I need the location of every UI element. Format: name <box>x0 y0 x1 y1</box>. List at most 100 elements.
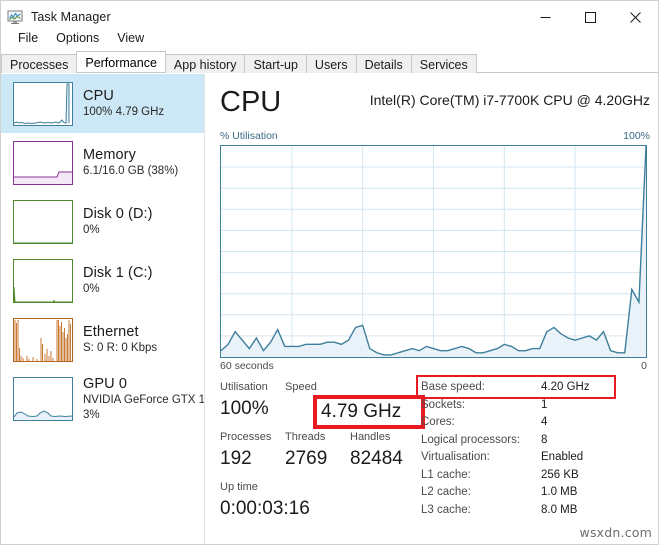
stat-speed-label: Speed <box>285 381 317 393</box>
sidebar-item-gpu0[interactable]: GPU 0 NVIDIA GeForce GTX 1050 3% <box>1 369 204 428</box>
stat-utilisation-value: 100% <box>220 398 269 419</box>
stat-uptime: Up time 0:00:03:16 <box>220 479 350 522</box>
ethernet-thumbnail-icon <box>13 317 73 362</box>
sidebar-item-disk1-title: Disk 1 (C:) <box>83 265 153 281</box>
stat-handles: Handles 82484 <box>350 429 415 472</box>
detail-row-virtualisation: Virtualisation: Enabled <box>421 449 653 467</box>
stat-processes-label: Processes <box>220 431 272 443</box>
tab-strip: Processes Performance App history Start-… <box>1 49 658 73</box>
tab-app-history[interactable]: App history <box>164 54 246 73</box>
sidebar-item-disk0[interactable]: Disk 0 (D:) 0% <box>1 192 204 251</box>
sidebar-item-cpu-labels: CPU 100% 4.79 GHz <box>83 87 204 120</box>
sidebar-item-disk0-sub: 0% <box>83 224 100 236</box>
detail-label-base-speed: Base speed: <box>421 381 485 393</box>
stat-processes: Processes 192 <box>220 429 285 472</box>
stats-row-2: Processes 192 Threads 2769 Handles 82484 <box>220 429 430 472</box>
sidebar-item-ethernet-sub: S: 0 R: 0 Kbps <box>83 342 158 354</box>
sidebar-item-disk0-labels: Disk 0 (D:) 0% <box>83 205 204 238</box>
detail-value-l1-cache: 256 KB <box>541 468 579 481</box>
stat-speed-value: 4.79 GHz <box>321 401 402 422</box>
resource-sidebar[interactable]: CPU 100% 4.79 GHz Memory 6.1/16.0 GB (38… <box>1 74 205 544</box>
cpu-model-name: Intel(R) Core(TM) i7-7700K CPU @ 4.20GHz <box>369 92 650 108</box>
detail-label-cores: Cores: <box>421 416 455 428</box>
sidebar-item-cpu-title: CPU <box>83 88 114 104</box>
sidebar-item-memory[interactable]: Memory 6.1/16.0 GB (38%) <box>1 133 204 192</box>
disk0-thumbnail-icon <box>13 199 73 244</box>
sidebar-item-ethernet[interactable]: Ethernet S: 0 R: 0 Kbps <box>1 310 204 369</box>
tab-performance[interactable]: Performance <box>76 51 166 72</box>
graph-time-right: 0 <box>641 360 647 372</box>
detail-value-sockets: 1 <box>541 398 548 411</box>
sidebar-item-gpu0-labels: GPU 0 NVIDIA GeForce GTX 1050 3% <box>83 375 204 423</box>
performance-detail-pane: CPU Intel(R) Core(TM) i7-7700K CPU @ 4.2… <box>206 74 658 544</box>
stat-utilisation-label: Utilisation <box>220 381 268 393</box>
cpu-stats: Utilisation 100% Speed 4.79 GHz Processe… <box>220 379 430 522</box>
detail-row-l1-cache: L1 cache: 256 KB <box>421 467 653 485</box>
stats-row-3: Up time 0:00:03:16 <box>220 479 430 522</box>
menu-item-options[interactable]: Options <box>47 29 108 47</box>
graph-axis-label: % Utilisation <box>220 130 278 142</box>
stat-uptime-label: Up time <box>220 481 258 493</box>
tab-details[interactable]: Details <box>355 54 412 73</box>
detail-row-sockets: Sockets: 1 <box>421 397 653 415</box>
detail-row-l3-cache: L3 cache: 8.0 MB <box>421 502 653 520</box>
task-manager-icon <box>7 9 23 25</box>
detail-row-l2-cache: L2 cache: 1.0 MB <box>421 484 653 502</box>
menu-item-view[interactable]: View <box>108 29 153 47</box>
stat-handles-label: Handles <box>350 431 391 443</box>
sidebar-item-gpu0-sub2: 3% <box>83 408 100 421</box>
sidebar-item-memory-title: Memory <box>83 147 136 163</box>
detail-value-cores: 4 <box>541 416 548 428</box>
tab-start-up[interactable]: Start-up <box>244 54 307 73</box>
sidebar-item-disk1-labels: Disk 1 (C:) 0% <box>83 264 204 297</box>
content-area: CPU 100% 4.79 GHz Memory 6.1/16.0 GB (38… <box>1 74 658 544</box>
detail-row-base-speed: Base speed: 4.20 GHz <box>421 379 653 397</box>
cpu-thumbnail-icon <box>13 81 73 126</box>
graph-time-left: 60 seconds <box>220 360 274 372</box>
detail-value-logical-processors: 8 <box>541 433 548 446</box>
sidebar-item-cpu[interactable]: CPU 100% 4.79 GHz <box>1 74 204 133</box>
stat-uptime-value: 0:00:03:16 <box>220 498 310 519</box>
detail-row-cores: Cores: 4 <box>421 414 653 432</box>
sidebar-item-memory-sub: 6.1/16.0 GB (38%) <box>83 165 179 177</box>
sidebar-item-memory-labels: Memory 6.1/16.0 GB (38%) <box>83 146 204 179</box>
stat-threads-label: Threads <box>285 431 326 443</box>
gpu0-thumbnail-icon <box>13 376 73 421</box>
sidebar-item-disk0-title: Disk 0 (D:) <box>83 206 153 222</box>
graph-time-axis: 0 60 seconds <box>220 360 647 374</box>
cpu-utilisation-graph <box>220 145 647 358</box>
stat-utilisation: Utilisation 100% <box>220 379 285 422</box>
maximize-icon[interactable] <box>568 1 613 33</box>
detail-label-l1-cache: L1 cache: <box>421 468 471 481</box>
detail-label-sockets: Sockets: <box>421 398 466 411</box>
stats-gap-2 <box>220 472 430 479</box>
detail-label-l3-cache: L3 cache: <box>421 503 471 516</box>
detail-value-l3-cache: 8.0 MB <box>541 503 578 516</box>
window-title: Task Manager <box>31 10 111 24</box>
detail-label-virtualisation: Virtualisation: <box>421 451 490 463</box>
disk1-thumbnail-icon <box>13 258 73 303</box>
detail-label-logical-processors: Logical processors: <box>421 433 521 446</box>
sidebar-item-disk1[interactable]: Disk 1 (C:) 0% <box>1 251 204 310</box>
detail-value-virtualisation: Enabled <box>541 451 584 463</box>
cpu-header: CPU Intel(R) Core(TM) i7-7700K CPU @ 4.2… <box>220 84 650 126</box>
stat-threads-value: 2769 <box>285 448 328 469</box>
detail-value-base-speed: 4.20 GHz <box>541 381 590 393</box>
menu-item-file[interactable]: File <box>9 29 47 47</box>
page-title: CPU <box>220 86 282 118</box>
task-manager-window: Task Manager File Options View Processes… <box>0 0 659 545</box>
sidebar-item-ethernet-labels: Ethernet S: 0 R: 0 Kbps <box>83 323 204 356</box>
menu-bar: File Options View <box>1 27 153 49</box>
sidebar-item-disk1-sub: 0% <box>83 283 100 295</box>
graph-axis-max: 100% <box>623 130 650 142</box>
stat-threads: Threads 2769 <box>285 429 350 472</box>
watermark: wsxdn.com <box>579 525 652 540</box>
tab-users[interactable]: Users <box>305 54 357 73</box>
detail-label-l2-cache: L2 cache: <box>421 486 471 498</box>
close-icon[interactable] <box>613 1 658 33</box>
detail-row-logical-processors: Logical processors: 8 <box>421 432 653 450</box>
window-controls <box>523 1 658 33</box>
minimize-icon[interactable] <box>523 1 568 33</box>
tab-processes[interactable]: Processes <box>1 54 78 73</box>
tab-services[interactable]: Services <box>410 54 477 73</box>
